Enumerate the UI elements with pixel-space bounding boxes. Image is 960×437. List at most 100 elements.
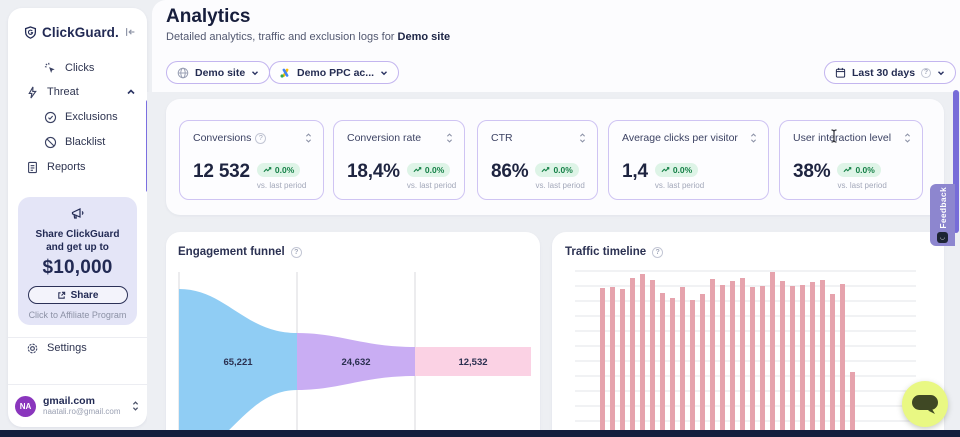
ppc-account-value: Demo PPC ac...	[297, 67, 374, 79]
date-range-dropdown[interactable]: Last 30 days ?	[824, 61, 956, 84]
page-title: Analytics	[166, 6, 250, 28]
delta-value: 0.0%	[275, 165, 294, 175]
sidebar-item-label: Blacklist	[65, 136, 105, 148]
sidebar-item-label: Settings	[47, 342, 87, 354]
metric-label: Conversion rate	[347, 132, 421, 144]
timeline-bar	[780, 281, 785, 437]
trend-up-icon	[413, 166, 422, 174]
avatar: NA	[15, 396, 36, 417]
account-switcher[interactable]: NA gmail.com naatali.ro@gmail.com	[15, 392, 140, 420]
delta-value: 0.0%	[425, 165, 444, 175]
ban-icon	[44, 136, 57, 149]
timeline-bar	[730, 281, 735, 437]
ppc-account-dropdown[interactable]: Demo PPC ac...	[269, 61, 399, 84]
timeline-bar	[850, 372, 855, 437]
trend-up-icon	[541, 166, 550, 174]
affiliate-promo-card: Share ClickGuard and get up to $10,000 S…	[18, 197, 137, 325]
timeline-bar	[760, 286, 765, 437]
page-subtitle-target: Demo site	[398, 31, 451, 43]
engagement-funnel-chart: 65,221 24,632 12,532	[178, 266, 534, 437]
compare-caption: vs. last period	[257, 181, 306, 190]
sidebar: ClickGuard. Clicks Threat	[8, 8, 147, 427]
funnel-title: Engagement funnel	[178, 246, 285, 258]
timeline-bar	[810, 282, 815, 437]
traffic-timeline-panel: Traffic timeline ?	[552, 232, 944, 437]
timeline-bar	[620, 289, 625, 437]
help-icon[interactable]: ?	[921, 68, 931, 78]
delta-badge: 0.0%	[837, 163, 880, 177]
metric-card-avg-clicks: Average clicks per visitor 1,4 0.0% vs. …	[608, 120, 769, 200]
chevron-up-icon	[126, 87, 136, 97]
feedback-label: Feedback	[938, 187, 948, 229]
metric-label: User interaction level	[793, 132, 891, 144]
metric-value: 1,4	[622, 161, 648, 183]
promo-amount: $10,000	[18, 257, 137, 279]
help-icon[interactable]: ?	[652, 247, 663, 258]
sort-icon[interactable]	[749, 132, 758, 144]
timeline-bar	[630, 278, 635, 437]
timeline-bar	[660, 293, 665, 437]
timeline-bar	[690, 300, 695, 437]
delta-badge: 0.0%	[535, 163, 578, 177]
funnel-stage-2-value: 24,632	[341, 357, 370, 368]
delta-badge: 0.0%	[407, 163, 450, 177]
metric-card-conversions: Conversions ? 12 532 0.0% vs. last perio…	[179, 120, 324, 200]
timeline-bar	[610, 287, 615, 437]
divider	[8, 384, 147, 385]
calendar-icon	[835, 67, 846, 78]
timeline-bar	[650, 280, 655, 437]
megaphone-icon	[70, 206, 86, 222]
metric-label: Average clicks per visitor	[622, 132, 738, 144]
chat-launcher-button[interactable]	[902, 381, 948, 427]
timeline-bar	[640, 274, 645, 437]
account-info: gmail.com naatali.ro@gmail.com	[43, 395, 120, 417]
shield-logo-icon	[24, 26, 37, 39]
sidebar-item-threat[interactable]: Threat	[26, 83, 136, 101]
timeline-bar	[740, 278, 745, 437]
mouse-ibeam-cursor	[830, 129, 838, 143]
metric-delta-block: 0.0% vs. last period	[837, 161, 886, 190]
timeline-bar	[720, 285, 725, 437]
affiliate-link[interactable]: Click to Affiliate Program	[18, 310, 137, 320]
share-button[interactable]: Share	[28, 286, 128, 304]
sidebar-item-exclusions[interactable]: Exclusions	[44, 108, 136, 126]
cursor-click-icon	[44, 62, 57, 75]
funnel-stage-3-value: 12,532	[458, 357, 487, 368]
help-icon[interactable]: ?	[255, 133, 266, 144]
sidebar-item-clicks[interactable]: Clicks	[44, 59, 136, 77]
sidebar-item-reports[interactable]: Reports	[26, 158, 136, 176]
timeline-title: Traffic timeline	[565, 246, 646, 258]
sidebar-item-blacklist[interactable]: Blacklist	[44, 133, 136, 151]
brand-name: ClickGuard.	[42, 25, 119, 40]
metric-label: Conversions	[193, 132, 251, 144]
timeline-bar	[830, 294, 835, 437]
compare-caption: vs. last period	[407, 181, 456, 190]
sidebar-item-label: Threat	[47, 86, 79, 98]
timeline-bar	[790, 286, 795, 437]
timeline-bar	[840, 284, 845, 437]
document-icon	[26, 161, 39, 174]
sidebar-item-label: Reports	[47, 161, 86, 173]
sort-icon[interactable]	[578, 132, 587, 144]
feedback-tab[interactable]: Feedback ◡	[930, 184, 955, 246]
timeline-bar	[700, 294, 705, 437]
feedback-widget-icon: ◡	[937, 232, 948, 243]
brand-logo: ClickGuard.	[24, 22, 136, 42]
sidebar-item-settings[interactable]: Settings	[26, 339, 136, 357]
sort-icon[interactable]	[903, 132, 912, 144]
delta-badge: 0.0%	[655, 163, 698, 177]
timeline-bar	[710, 279, 715, 437]
chat-bubble-icon	[910, 391, 940, 417]
sidebar-item-label: Clicks	[65, 62, 94, 74]
timeline-bar	[680, 287, 685, 437]
sort-icon[interactable]	[304, 132, 313, 144]
app-window: ClickGuard. Clicks Threat	[0, 0, 960, 437]
engagement-funnel-panel: Engagement funnel ? 65,221 24,632 12,532	[166, 232, 540, 437]
sidebar-collapse-icon[interactable]	[124, 25, 136, 39]
metric-delta-block: 0.0% vs. last period	[655, 161, 704, 190]
sort-icon[interactable]	[445, 132, 454, 144]
help-icon[interactable]: ?	[291, 247, 302, 258]
timeline-bar	[670, 298, 675, 437]
site-filter-dropdown[interactable]: Demo site	[166, 61, 270, 84]
metric-card-ctr: CTR 86% 0.0% vs. last period	[477, 120, 598, 200]
